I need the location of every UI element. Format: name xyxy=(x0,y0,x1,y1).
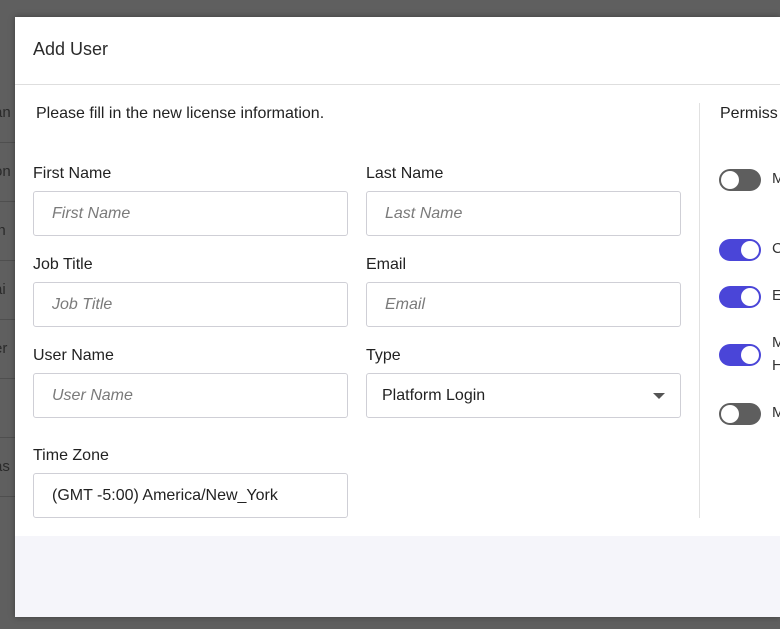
time-zone-label: Time Zone xyxy=(33,447,109,464)
toggle-knob xyxy=(721,171,739,189)
permission-label-5: M xyxy=(772,404,780,421)
type-selected-value: Platform Login xyxy=(382,387,486,404)
user-name-input[interactable] xyxy=(33,373,348,418)
toggle-knob xyxy=(741,241,759,259)
toggle-knob xyxy=(741,288,759,306)
instructions-text: Please fill in the new license informati… xyxy=(36,105,325,122)
permission-label-2: C xyxy=(772,240,780,257)
permission-label-1: M xyxy=(772,170,780,187)
dialog-title: Add User xyxy=(33,39,109,59)
first-name-label: First Name xyxy=(33,165,112,182)
dialog-header: Add User xyxy=(15,17,780,85)
permission-label-4: M xyxy=(772,334,780,351)
job-title-input[interactable] xyxy=(33,282,348,327)
caret-down-icon xyxy=(653,393,665,399)
column-divider xyxy=(699,103,700,518)
toggle-knob xyxy=(741,346,759,364)
email-label: Email xyxy=(366,256,407,273)
user-name-label: User Name xyxy=(33,347,114,364)
permission-toggle-1[interactable] xyxy=(719,169,761,191)
permission-toggle-2[interactable] xyxy=(719,239,761,261)
toggle-knob xyxy=(721,405,739,423)
last-name-input[interactable] xyxy=(366,191,681,236)
permission-label-4-line2: H xyxy=(772,357,780,374)
permission-toggle-4[interactable] xyxy=(719,344,761,366)
time-zone-select[interactable]: (GMT -5:00) America/New_York xyxy=(33,473,348,518)
email-input[interactable] xyxy=(366,282,681,327)
dialog-footer xyxy=(15,536,780,617)
first-name-input[interactable] xyxy=(33,191,348,236)
type-label: Type xyxy=(366,347,401,364)
type-select[interactable]: Platform Login xyxy=(366,373,681,418)
job-title-label: Job Title xyxy=(33,256,93,273)
permission-toggle-5[interactable] xyxy=(719,403,761,425)
last-name-label: Last Name xyxy=(366,165,444,182)
permission-label-3: E xyxy=(772,287,780,304)
permissions-title: Permiss xyxy=(720,105,778,122)
time-zone-selected-value: (GMT -5:00) America/New_York xyxy=(52,487,278,504)
permission-toggle-3[interactable] xyxy=(719,286,761,308)
add-user-dialog: Add User Please fill in the new license … xyxy=(15,17,780,617)
